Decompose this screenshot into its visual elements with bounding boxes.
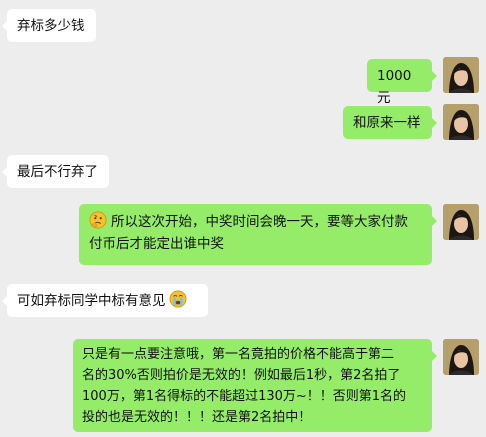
message-text: 最后不行弃了: [17, 164, 98, 180]
message-bubble-outgoing[interactable]: 1000元: [367, 59, 437, 106]
message-bubble-outgoing[interactable]: 和原来一样: [343, 106, 437, 139]
message-text: 弃标多少钱: [17, 18, 85, 34]
message-text-line: 只是有一点要注意哦，第一名竟拍的价格不能高于第二: [82, 347, 395, 362]
message-bubble-incoming[interactable]: 可如弃标同学中标有意见: [2, 284, 208, 317]
avatar[interactable]: [443, 104, 479, 140]
message-text: 和原来一样: [353, 115, 421, 131]
message-bubble-incoming[interactable]: 最后不行弃了: [2, 155, 109, 188]
avatar-photo-icon: [443, 57, 479, 93]
message-text: 可如弃标同学中标有意见: [17, 293, 166, 309]
thinking-face-icon: [89, 211, 107, 229]
avatar[interactable]: [443, 339, 479, 375]
message-text-line: 所以这次开始，中奖时间会晚一天，要等大家付款: [111, 214, 408, 230]
avatar[interactable]: [443, 57, 479, 93]
message-text-line: 投的也是无效的！！！还是第2名拍中！: [82, 410, 312, 425]
avatar-photo-icon: [443, 104, 479, 140]
avatar-photo-icon: [443, 339, 479, 375]
avatar-photo-icon: [443, 204, 479, 240]
message-text-line: 名的30%否则拍价是无效的！例如最后1秒，第2名拍了: [82, 368, 401, 383]
message-bubble-outgoing[interactable]: 所以这次开始，中奖时间会晚一天，要等大家付款 付币后才能定出谁中奖: [79, 204, 437, 265]
message-bubble-incoming[interactable]: 弃标多少钱: [2, 9, 96, 42]
crying-face-icon: [169, 290, 186, 308]
message-bubble-outgoing[interactable]: 只是有一点要注意哦，第一名竟拍的价格不能高于第二 名的30%否则拍价是无效的！例…: [73, 339, 437, 432]
message-text-line: 100万，第1名得标的不能超过130万~！！否则第1名的: [82, 389, 407, 404]
message-text-line: 付币后才能定出谁中奖: [89, 236, 224, 252]
chat-window: 弃标多少钱 1000元 和原来一样 最后不行弃了 所以这次开始，中奖时间会晚一天…: [0, 0, 486, 437]
avatar[interactable]: [443, 204, 479, 240]
message-text: 1000元: [377, 68, 412, 106]
